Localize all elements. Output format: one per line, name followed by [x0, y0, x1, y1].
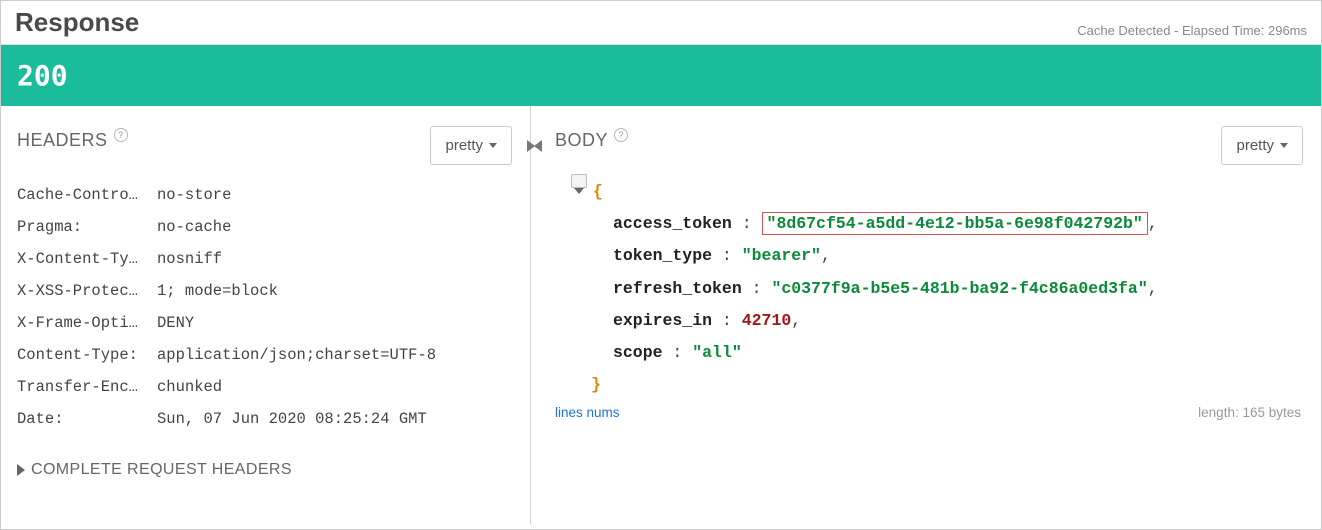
triangle-right-icon: [17, 464, 25, 476]
response-topbar: Response Cache Detected - Elapsed Time: …: [1, 1, 1321, 45]
header-value: application/json;charset=UTF-8: [157, 346, 514, 364]
json-string: "8d67cf54-a5dd-4e12-bb5a-6e98f042792b": [767, 214, 1143, 233]
header-key: X-XSS-Protec…: [17, 282, 157, 300]
headers-format-dropdown[interactable]: pretty: [430, 126, 512, 165]
header-key: Pragma:: [17, 218, 157, 236]
expand-right-icon[interactable]: [527, 140, 535, 152]
panels: HEADERS ? pretty Cache-Contro…no-storePr…: [1, 106, 1321, 524]
status-code-bar: 200: [1, 45, 1321, 106]
body-format-label: pretty: [1236, 137, 1274, 154]
header-key: Date:: [17, 410, 157, 428]
header-row: Pragma:no-cache: [17, 211, 514, 243]
json-string: "c0377f9a-b5e5-481b-ba92-f4c86a0ed3fa": [771, 279, 1147, 298]
json-key: access_token: [613, 214, 732, 233]
json-key: expires_in: [613, 311, 712, 330]
help-icon[interactable]: ?: [114, 128, 128, 142]
complete-request-headers-toggle[interactable]: COMPLETE REQUEST HEADERS: [17, 461, 514, 479]
brace-close: }: [591, 375, 601, 394]
header-value: chunked: [157, 378, 514, 396]
caret-down-icon: [489, 143, 497, 148]
body-title: BODY: [555, 130, 608, 151]
body-length: length: 165 bytes: [1198, 405, 1301, 420]
json-collapse-toggle[interactable]: [571, 174, 587, 188]
header-row: X-Content-Ty…nosniff: [17, 243, 514, 275]
json-number: 42710: [742, 311, 792, 330]
body-section-head: BODY ?: [555, 130, 1305, 151]
complete-headers-label: COMPLETE REQUEST HEADERS: [31, 461, 292, 479]
json-viewer: { access_token : "8d67cf54-a5dd-4e12-bb5…: [555, 175, 1305, 401]
caret-down-icon: [1280, 143, 1288, 148]
json-key: scope: [613, 343, 663, 362]
header-row: X-XSS-Protec…1; mode=block: [17, 275, 514, 307]
help-icon[interactable]: ?: [614, 128, 628, 142]
header-row: Cache-Contro…no-store: [17, 179, 514, 211]
response-title: Response: [15, 7, 139, 38]
headers-panel: HEADERS ? pretty Cache-Contro…no-storePr…: [1, 106, 531, 524]
header-value: nosniff: [157, 250, 514, 268]
headers-title: HEADERS: [17, 130, 108, 151]
header-row: X-Frame-Opti…DENY: [17, 307, 514, 339]
json-key: refresh_token: [613, 279, 742, 298]
lines-nums-link[interactable]: lines nums: [555, 405, 620, 420]
header-key: X-Content-Ty…: [17, 250, 157, 268]
elapsed-time: Cache Detected - Elapsed Time: 296ms: [1077, 23, 1307, 38]
header-value: 1; mode=block: [157, 282, 514, 300]
highlighted-value: "8d67cf54-a5dd-4e12-bb5a-6e98f042792b": [762, 212, 1148, 235]
triangle-down-icon: [574, 188, 584, 194]
header-key: Transfer-Enc…: [17, 378, 157, 396]
header-row: Date:Sun, 07 Jun 2020 08:25:24 GMT: [17, 403, 514, 435]
headers-table: Cache-Contro…no-storePragma:no-cacheX-Co…: [17, 179, 514, 435]
body-panel: BODY ? pretty { access_token : "8d67cf54…: [531, 106, 1321, 524]
brace-open: {: [593, 182, 603, 201]
header-key: X-Frame-Opti…: [17, 314, 157, 332]
header-key: Content-Type:: [17, 346, 157, 364]
headers-format-label: pretty: [445, 137, 483, 154]
header-value: Sun, 07 Jun 2020 08:25:24 GMT: [157, 410, 514, 428]
header-value: no-store: [157, 186, 514, 204]
header-row: Content-Type:application/json;charset=UT…: [17, 339, 514, 371]
header-key: Cache-Contro…: [17, 186, 157, 204]
json-string: "all": [692, 343, 742, 362]
json-string: "bearer": [742, 246, 821, 265]
header-value: DENY: [157, 314, 514, 332]
status-code: 200: [17, 59, 68, 92]
header-row: Transfer-Enc…chunked: [17, 371, 514, 403]
body-footer: lines nums length: 165 bytes: [555, 405, 1305, 420]
body-format-dropdown[interactable]: pretty: [1221, 126, 1303, 165]
header-value: no-cache: [157, 218, 514, 236]
json-key: token_type: [613, 246, 712, 265]
